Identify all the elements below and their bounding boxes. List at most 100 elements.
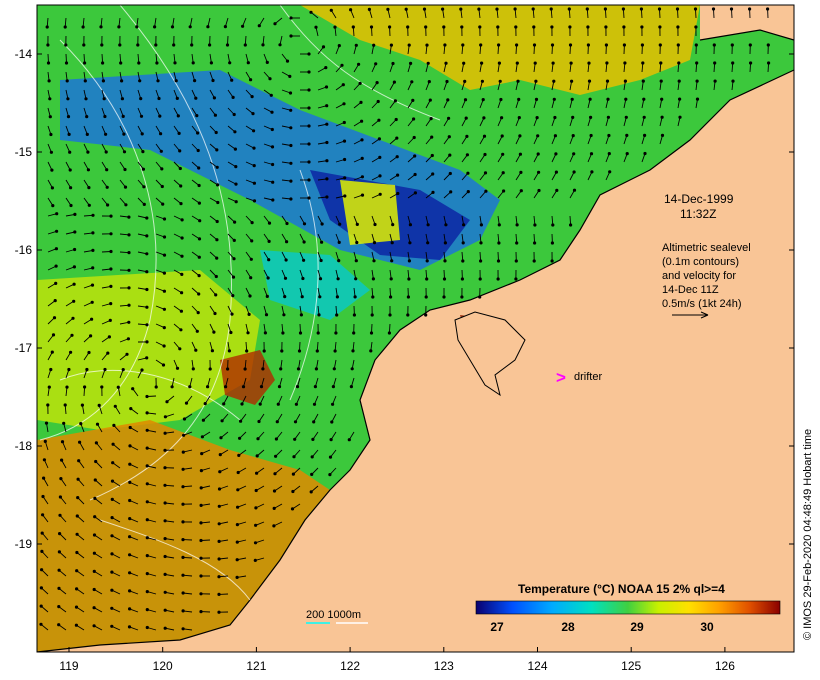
velocity-arrow-head bbox=[128, 517, 132, 521]
velocity-arrow-head bbox=[110, 516, 114, 520]
velocity-arrow-head bbox=[430, 153, 434, 158]
velocity-arrow-head bbox=[196, 148, 200, 153]
velocity-arrow-head bbox=[60, 458, 64, 462]
velocity-arrow-head bbox=[165, 400, 169, 404]
velocity-arrow-head bbox=[412, 117, 416, 121]
velocity-arrow-head bbox=[447, 116, 451, 120]
velocity-arrow-head bbox=[550, 43, 555, 47]
velocity-arrow-head bbox=[141, 150, 145, 154]
velocity-arrow-head bbox=[234, 165, 238, 169]
velocity-arrow-head bbox=[294, 402, 298, 406]
velocity-arrow-head bbox=[252, 199, 257, 203]
velocity-arrow-head bbox=[515, 223, 519, 227]
velocity-arrow-head bbox=[196, 131, 200, 135]
velocity-arrow-head bbox=[412, 135, 416, 140]
velocity-arrow-head bbox=[444, 223, 448, 227]
velocity-arrow-head bbox=[76, 477, 80, 481]
velocity-arrow-head bbox=[537, 188, 541, 193]
altimetry-line-1: Altimetric sealevel bbox=[662, 242, 751, 254]
velocity-arrow-head bbox=[145, 464, 149, 468]
velocity-arrow-head bbox=[191, 61, 195, 65]
velocity-arrow-head bbox=[128, 425, 132, 430]
x-tick-label: 125 bbox=[621, 659, 641, 673]
y-tick-label: -14 bbox=[15, 47, 33, 61]
velocity-arrow-head bbox=[157, 96, 161, 101]
velocity-arrow-head bbox=[57, 550, 62, 554]
velocity-arrow-head bbox=[378, 192, 382, 196]
velocity-arrow-head bbox=[533, 61, 537, 65]
velocity-arrow-head bbox=[41, 494, 45, 499]
velocity-arrow-head bbox=[261, 367, 265, 371]
velocity-arrow-head bbox=[159, 132, 163, 136]
velocity-arrow-head bbox=[73, 230, 77, 234]
velocity-arrow-head bbox=[226, 367, 230, 371]
velocity-arrow-head bbox=[425, 277, 429, 281]
velocity-arrow-head bbox=[179, 184, 183, 188]
velocity-arrow-head bbox=[325, 122, 329, 126]
velocity-arrow-head bbox=[230, 312, 234, 316]
x-tick-label: 124 bbox=[527, 659, 547, 673]
velocity-arrow-head bbox=[145, 270, 149, 274]
velocity-arrow-head bbox=[320, 222, 324, 226]
velocity-arrow-head bbox=[181, 502, 185, 506]
velocity-arrow-head bbox=[695, 79, 699, 83]
velocity-arrow-head bbox=[100, 43, 104, 47]
velocity-arrow-head bbox=[448, 153, 452, 157]
velocity-arrow-head bbox=[325, 177, 329, 181]
velocity-arrow-head bbox=[496, 277, 500, 281]
velocity-arrow-head bbox=[554, 152, 558, 156]
velocity-arrow-head bbox=[120, 79, 124, 83]
velocity-arrow-head bbox=[607, 152, 611, 156]
velocity-arrow-head bbox=[478, 277, 482, 281]
velocity-arrow-head bbox=[160, 167, 164, 171]
velocity-arrow-head bbox=[289, 161, 293, 165]
velocity-arrow-head bbox=[92, 606, 96, 610]
velocity-arrow-head bbox=[549, 7, 553, 11]
velocity-arrow-head bbox=[219, 436, 223, 440]
velocity-arrow-head bbox=[74, 623, 78, 627]
velocity-arrow-head bbox=[65, 385, 69, 389]
velocity-arrow-head bbox=[232, 238, 236, 242]
velocity-arrow-head bbox=[516, 79, 520, 83]
velocity-arrow-head bbox=[377, 137, 381, 141]
velocity-arrow-head bbox=[462, 223, 466, 227]
velocity-arrow-head bbox=[406, 313, 410, 317]
velocity-arrow-head bbox=[410, 80, 414, 84]
velocity-arrow-head bbox=[272, 506, 276, 510]
velocity-arrow-head bbox=[140, 132, 144, 136]
velocity-arrow-head bbox=[170, 385, 174, 389]
velocity-arrow-head bbox=[643, 133, 647, 137]
velocity-arrow-head bbox=[85, 367, 89, 372]
velocity-arrow-head bbox=[128, 553, 132, 557]
velocity-arrow-head bbox=[184, 401, 189, 405]
velocity-arrow-head bbox=[188, 385, 192, 389]
velocity-arrow-head bbox=[495, 7, 499, 11]
velocity-arrow-head bbox=[127, 268, 131, 272]
velocity-arrow-head bbox=[77, 459, 81, 463]
velocity-arrow-head bbox=[110, 624, 114, 628]
velocity-arrow-head bbox=[369, 25, 374, 29]
velocity-arrow-head bbox=[334, 331, 338, 335]
velocity-arrow-head bbox=[163, 537, 167, 541]
drifter-icon: > bbox=[556, 368, 566, 387]
velocity-arrow-head bbox=[217, 539, 221, 544]
velocity-arrow-head bbox=[657, 7, 662, 11]
velocity-arrow-head bbox=[58, 495, 63, 499]
velocity-arrow-head bbox=[48, 97, 52, 101]
velocity-arrow-head bbox=[324, 66, 328, 70]
velocity-arrow-head bbox=[411, 98, 415, 102]
velocity-arrow-head bbox=[176, 114, 180, 118]
velocity-arrow-head bbox=[104, 150, 108, 154]
velocity-arrow-head bbox=[274, 454, 278, 458]
velocity-arrow-head bbox=[118, 43, 122, 47]
velocity-arrow-head bbox=[142, 202, 146, 206]
x-tick-label: 122 bbox=[340, 659, 360, 673]
velocity-arrow-head bbox=[482, 116, 486, 120]
velocity-arrow-head bbox=[83, 61, 87, 65]
velocity-arrow-head bbox=[170, 25, 175, 29]
velocity-arrow-head bbox=[358, 81, 362, 85]
velocity-arrow-head bbox=[641, 79, 645, 83]
velocity-arrow-head bbox=[234, 200, 238, 204]
velocity-arrow-head bbox=[214, 130, 218, 135]
velocity-arrow-head bbox=[267, 221, 272, 225]
